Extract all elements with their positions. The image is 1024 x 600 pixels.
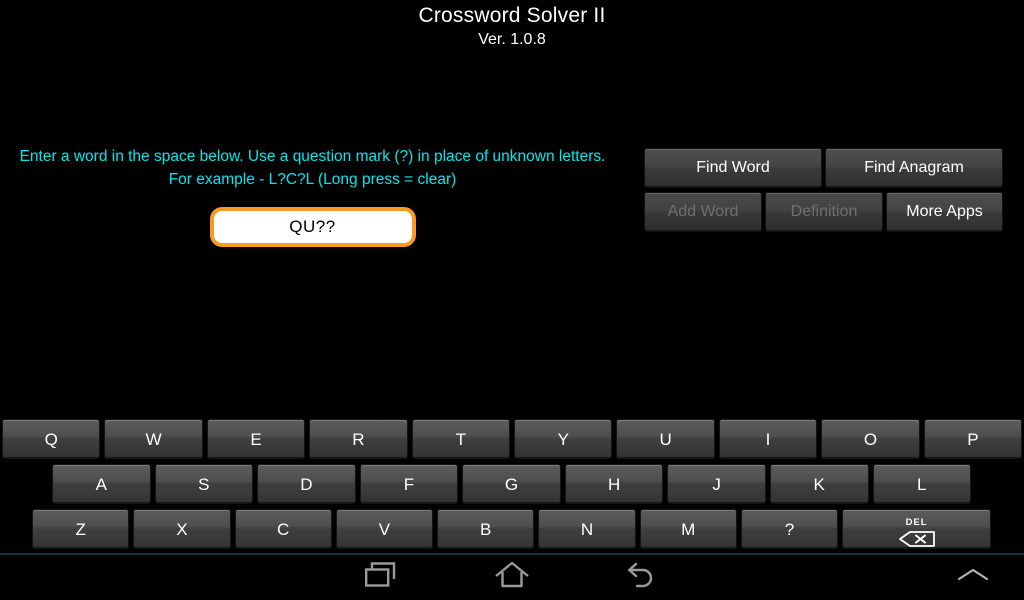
key-j[interactable]: J	[667, 464, 766, 504]
key-f[interactable]: F	[359, 464, 459, 504]
key-l[interactable]: L	[872, 464, 972, 504]
instruction-primary: Enter a word in the space below. Use a q…	[19, 148, 606, 165]
key-n[interactable]: N	[538, 509, 636, 549]
instruction-example: For example - L?C?L (Long press = clear)	[168, 171, 457, 188]
keyboard-row-bottom: Z X C V B N M? DEL	[0, 509, 1024, 549]
key-m[interactable]: M	[639, 509, 737, 549]
key-i[interactable]: I	[718, 419, 818, 459]
key-g[interactable]: G	[462, 464, 561, 504]
key-u[interactable]: U	[616, 419, 715, 459]
definition-button: Definition	[765, 192, 883, 232]
keyboard-row-middle: ASDFGHJKL	[0, 464, 1024, 504]
key-y[interactable]: Y	[514, 419, 613, 459]
back-icon	[626, 560, 660, 595]
recent-apps-icon	[365, 560, 399, 595]
word-input[interactable]	[213, 213, 412, 241]
key-o[interactable]: O	[821, 419, 920, 459]
backspace-icon	[849, 528, 984, 548]
key-c[interactable]: C	[234, 509, 332, 549]
key-p[interactable]: P	[923, 419, 1023, 459]
app-version-label: Ver. 1.0.8	[478, 31, 546, 48]
app-screen: Crossword Solver II Ver. 1.0.8 Enter a w…	[0, 0, 1024, 600]
home-icon	[494, 560, 530, 595]
home-button[interactable]	[466, 555, 558, 600]
key-x[interactable]: X	[133, 509, 231, 549]
key-b[interactable]: B	[437, 509, 535, 549]
page-title: Crossword Solver II	[418, 4, 606, 27]
find-anagram-button[interactable]: Find Anagram	[825, 148, 1003, 188]
key-w[interactable]: W	[104, 419, 203, 459]
find-word-button[interactable]: Find Word	[644, 148, 822, 188]
key-d[interactable]: D	[257, 464, 356, 504]
keyboard-row-top: QWERTYUIOP	[0, 419, 1024, 459]
key-h[interactable]: H	[564, 464, 664, 504]
key-z[interactable]: Z	[32, 509, 130, 549]
delete-key-label: DEL	[905, 517, 928, 528]
expand-navbar-button[interactable]	[938, 555, 1008, 600]
recent-apps-button[interactable]	[336, 555, 428, 600]
more-apps-button[interactable]: More Apps	[886, 192, 1003, 232]
key-q[interactable]: Q	[2, 419, 101, 459]
key-k[interactable]: K	[769, 464, 869, 504]
back-button[interactable]	[597, 555, 689, 600]
android-navigation-bar	[0, 555, 1024, 600]
key-s[interactable]: S	[154, 464, 254, 504]
word-input-container[interactable]	[209, 207, 416, 247]
chevron-up-icon	[956, 565, 990, 590]
key-v[interactable]: V	[335, 509, 434, 549]
key-question-mark[interactable]: ?	[740, 509, 839, 549]
on-screen-keyboard: QWERTYUIOP ASDFGHJKL Z X C V B N M? DEL	[0, 419, 1024, 553]
key-t[interactable]: T	[411, 419, 511, 459]
key-r[interactable]: R	[309, 419, 408, 459]
input-panel: Enter a word in the space below. Use a q…	[0, 146, 625, 247]
action-button-row-1: Find Word Find Anagram	[644, 148, 1005, 188]
add-word-button: Add Word	[644, 192, 762, 232]
key-a[interactable]: A	[52, 464, 151, 504]
action-button-panel: Find Word Find Anagram Add Word Definiti…	[644, 148, 1005, 236]
action-button-row-2: Add Word Definition More Apps	[644, 192, 1005, 232]
key-delete[interactable]: DEL	[842, 509, 992, 549]
key-e[interactable]: E	[206, 419, 306, 459]
app-header: Crossword Solver II Ver. 1.0.8	[0, 0, 1024, 50]
